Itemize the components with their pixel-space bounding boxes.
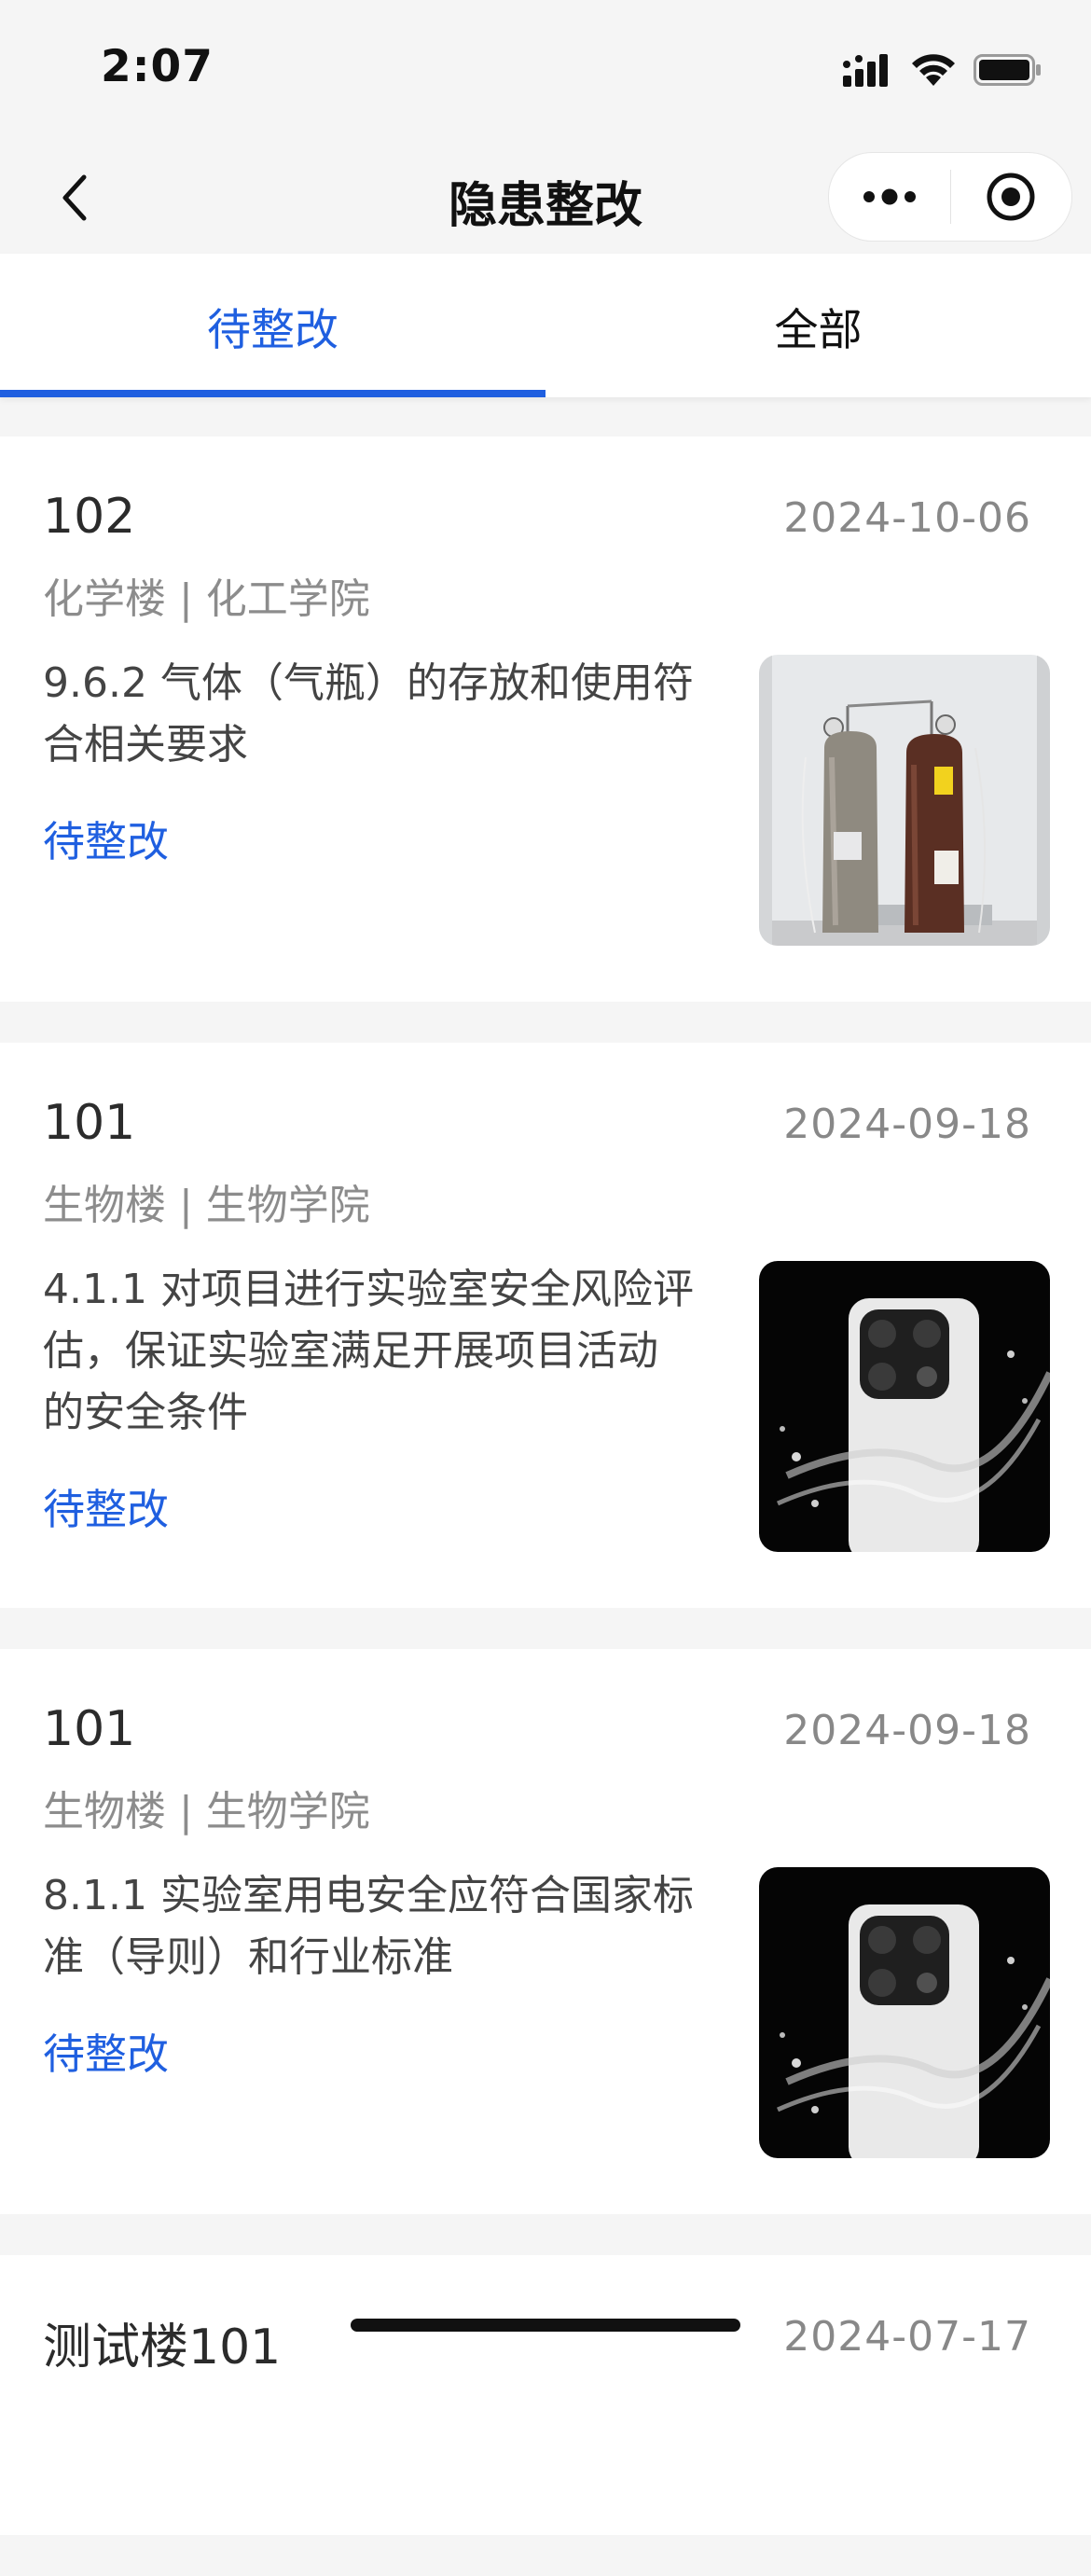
hazard-photo-thumbnail[interactable] (759, 1261, 1050, 1552)
home-indicator[interactable] (351, 2319, 740, 2332)
building-college: 化学楼 | 化工学院 (43, 575, 370, 623)
status-label: 待整改 (43, 1485, 170, 1534)
room-name: 101 (43, 1095, 136, 1151)
hazard-list: 102 2024-10-06 化学楼 | 化工学院 9.6.2 气体（气瓶）的存… (0, 436, 1091, 2576)
hazard-description: 4.1.1 对项目进行实验室安全风险评估，保证实验室满足开展项目活动的安全条件 (43, 1266, 694, 1436)
status-bar: 2:07 (0, 0, 1091, 140)
room-name: 102 (43, 489, 136, 545)
more-dots-icon (863, 188, 916, 205)
room-name: 测试楼101 (43, 2320, 282, 2375)
tab-bar: 待整改 全部 (0, 254, 1091, 397)
tab-all[interactable]: 全部 (546, 254, 1091, 397)
status-icons (841, 50, 1043, 90)
inspection-date: 2024-09-18 (783, 1101, 1031, 1148)
status-time: 2:07 (101, 41, 214, 92)
inspection-date: 2024-07-17 (783, 2313, 1031, 2361)
hazard-card[interactable]: 101 2024-09-18 生物楼 | 生物学院 4.1.1 对项目进行实验室… (0, 1043, 1091, 1608)
phone-splash-photo (759, 1261, 1050, 1552)
battery-icon (974, 54, 1041, 86)
building-college: 生物楼 | 生物学院 (43, 1182, 370, 1229)
building-college: 生物楼 | 生物学院 (43, 1788, 370, 1835)
status-label: 待整改 (43, 817, 170, 866)
wifi-icon (912, 54, 955, 86)
room-name: 101 (43, 1701, 136, 1757)
tab-all-label: 全部 (774, 304, 863, 356)
tab-pending-label: 待整改 (207, 304, 338, 356)
target-circle-icon (987, 173, 1035, 221)
inspection-date: 2024-10-06 (783, 494, 1031, 542)
hazard-description: 8.1.1 实验室用电安全应符合国家标准（导则）和行业标准 (43, 1872, 694, 1981)
hazard-card[interactable]: 测试楼101 2024-07-17 (0, 2255, 1091, 2535)
cellular-signal-icon (843, 54, 888, 87)
more-button[interactable] (829, 153, 950, 241)
hazard-card[interactable]: 101 2024-09-18 生物楼 | 生物学院 8.1.1 实验室用电安全应… (0, 1649, 1091, 2214)
close-miniprogram-button[interactable] (951, 153, 1072, 241)
mini-program-capsule (828, 152, 1072, 242)
hazard-card[interactable]: 102 2024-10-06 化学楼 | 化工学院 9.6.2 气体（气瓶）的存… (0, 436, 1091, 1002)
hazard-photo-thumbnail[interactable] (759, 655, 1050, 946)
navigation-bar: 隐患整改 (0, 140, 1091, 254)
hazard-description: 9.6.2 气体（气瓶）的存放和使用符合相关要求 (43, 659, 694, 769)
tab-pending[interactable]: 待整改 (0, 254, 546, 397)
hazard-photo-thumbnail[interactable] (759, 1867, 1050, 2158)
inspection-date: 2024-09-18 (783, 1707, 1031, 1754)
gas-cylinders-photo (759, 655, 1050, 946)
phone-splash-photo (759, 1867, 1050, 2158)
status-label: 待整改 (43, 2029, 170, 2079)
active-tab-indicator (0, 390, 546, 397)
